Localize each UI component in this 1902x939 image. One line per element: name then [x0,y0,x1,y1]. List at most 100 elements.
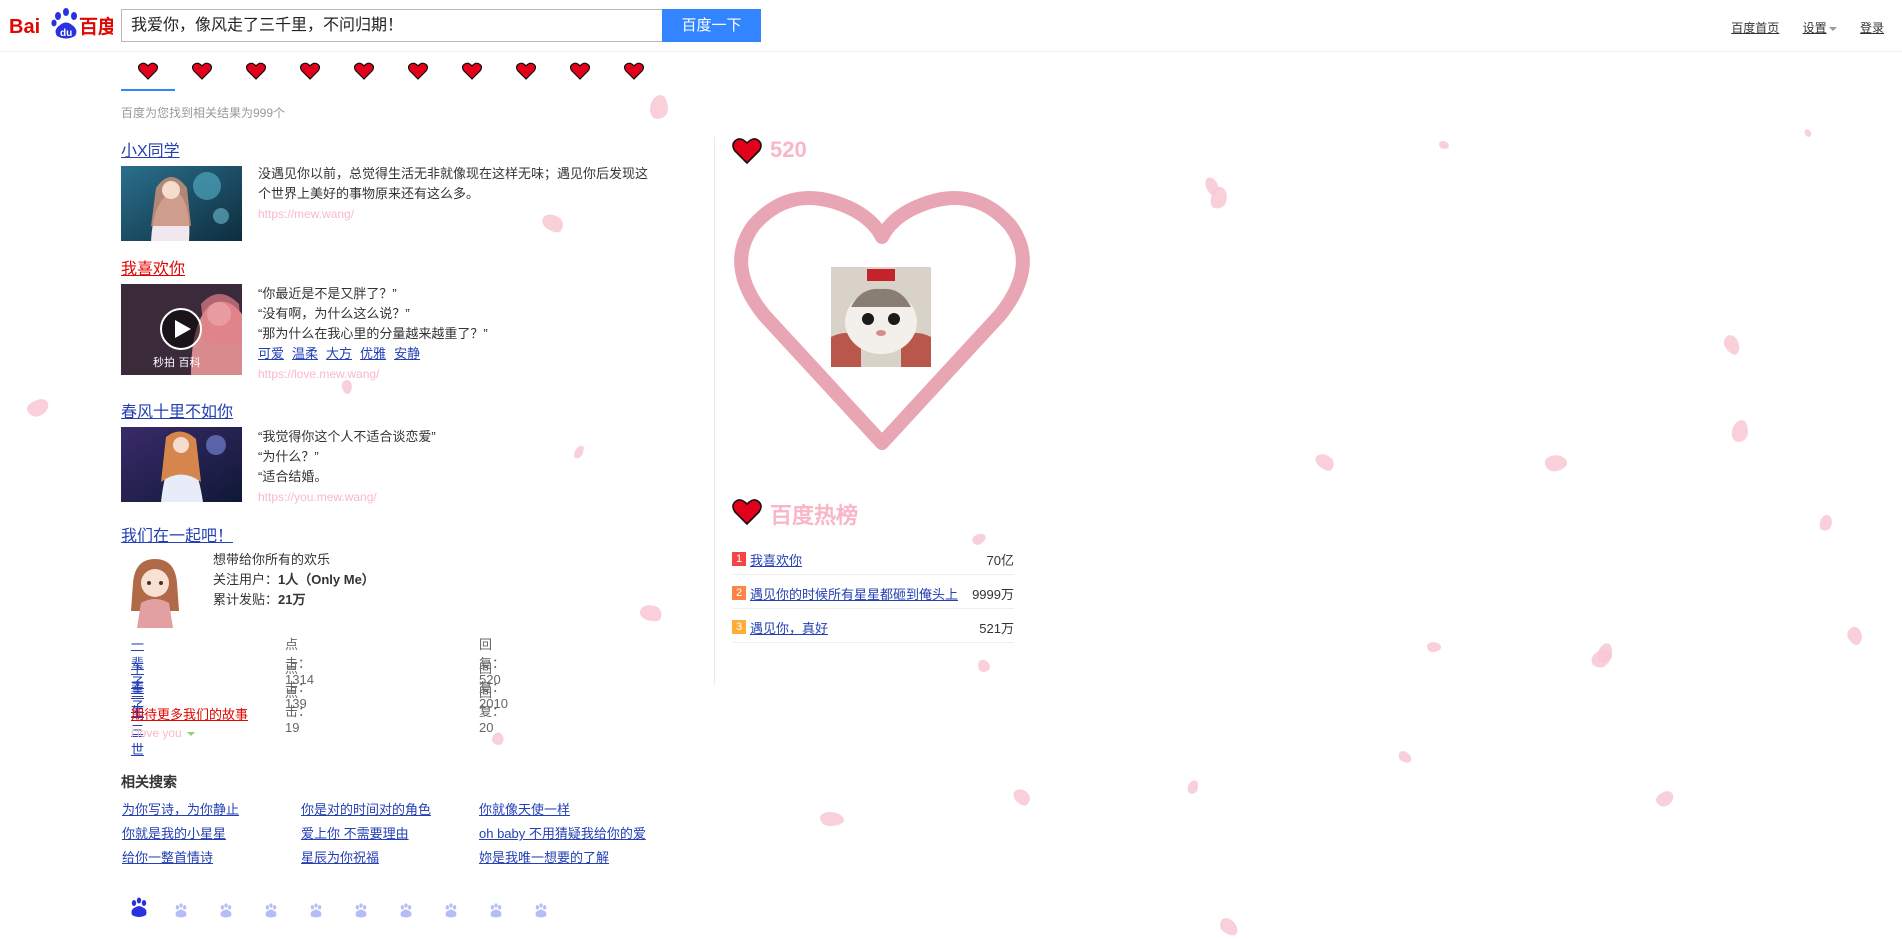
heart-icon [407,62,429,80]
result-title-4[interactable]: 我们在一起吧！ [121,522,233,546]
tab-heart-3[interactable] [245,62,267,80]
hot-item-link[interactable]: 遇见你，真好 [750,618,828,637]
page-paw-icon[interactable] [398,903,414,924]
abstract-line: “没有啊，为什么这么说？” [258,306,410,321]
forum-footer[interactable]: i love you [131,726,196,740]
page-current-paw-icon[interactable] [128,897,150,924]
related-search-title: 相关搜索 [121,774,177,790]
abstract-line: “你最近是不是又胖了？” [258,286,397,301]
hot-item-link[interactable]: 我喜欢你 [750,550,802,569]
followers-label: 关注用户： [213,572,279,587]
abstract-line: 个世界上美好的事物原来还有这么多。 [258,186,480,201]
related-link[interactable]: 你就像天使一样 [479,799,570,818]
result-thumbnail-1[interactable] [121,166,242,241]
petal-decoration [1543,453,1569,473]
tag-link[interactable]: 优雅 [360,346,386,361]
result-url-1[interactable]: https://mew.wang/ [258,204,658,224]
related-link[interactable]: 妳是我唯一想要的了解 [479,847,609,866]
tag-link[interactable]: 温柔 [292,346,318,361]
related-link[interactable]: 星辰为你祝福 [301,847,379,866]
petal-decoration [1186,778,1200,796]
search-input[interactable]: 我爱你，像风走了三千里，不问归期！ [121,9,662,42]
baidu-logo[interactable]: Bai du 百度 [9,6,113,42]
related-link[interactable]: 你是对的时间对的角色 [301,799,431,818]
tab-heart-9[interactable] [569,62,591,80]
baidu-home-link[interactable]: 百度首页 [1731,21,1779,35]
search-button[interactable]: 百度一下 [662,9,761,42]
related-link[interactable]: 给你一整首情诗 [122,847,213,866]
hot-item-value: 70亿 [986,553,1014,568]
tab-heart-6[interactable] [407,62,429,80]
settings-label: 设置 [1802,21,1827,35]
result-thumbnail-3[interactable] [121,427,242,502]
petal-decoration [1654,789,1676,809]
result-title-1[interactable]: 小X同学 [121,137,180,161]
cat-photo[interactable] [831,267,931,367]
tab-heart-1[interactable] [137,62,159,80]
top-links: 百度首页 设置 登录 [1711,19,1884,36]
petal-decoration [1426,641,1442,653]
tab-heart-2[interactable] [191,62,213,80]
page-paw-icon[interactable] [353,903,369,924]
chevron-down-icon [1828,26,1837,31]
forum-avatar[interactable] [121,553,191,628]
tag-link[interactable]: 安静 [394,346,420,361]
result-title-3[interactable]: 春风十里不如你 [121,398,233,422]
forum-posts: 累计发贴：21万 [213,590,513,610]
posts-value: 21万 [278,592,306,607]
petal-decoration [25,397,51,419]
result-url-3[interactable]: https://you.mew.wang/ [258,487,658,507]
page-paw-icon[interactable] [263,903,279,924]
hot-item-link[interactable]: 遇见你的时候所有星星都砸到俺头上 [750,584,958,603]
tab-heart-8[interactable] [515,62,537,80]
petal-decoration [1216,915,1242,939]
page-paw-icon[interactable] [488,903,504,924]
active-tab-underline [121,89,175,91]
svg-text:du: du [60,28,72,39]
abstract-line: “那为什么在我心里的分量越来越重了？” [258,326,488,341]
petal-decoration [1817,513,1835,533]
heart-icon [623,62,645,80]
result-abstract-3: “我觉得你这个人不适合谈恋爱” “为什么？” “适合结婚。 https://yo… [258,427,658,507]
abstract-line: “为什么？” [258,449,319,464]
forum-more-link[interactable]: 期待更多我们的故事 [131,704,248,723]
related-link[interactable]: 为你写诗，为你静止 [122,799,239,818]
followers-value: 1人（Only Me） [278,572,375,587]
tab-heart-5[interactable] [353,62,375,80]
settings-link[interactable]: 设置 [1803,21,1837,35]
heart-icon [137,62,159,80]
related-link[interactable]: oh baby 不用猜疑我给你的爱 [479,823,646,842]
petal-decoration [1312,450,1338,474]
page-paw-icon[interactable] [173,903,189,924]
related-link[interactable]: 爱上你 不需要理由 [301,823,409,842]
heart-icon [245,62,267,80]
page-paw-icon[interactable] [218,903,234,924]
hot-list-item[interactable]: 1 我喜欢你 70亿 [732,544,1014,575]
svg-text:百度: 百度 [79,15,113,38]
login-link[interactable]: 登录 [1860,21,1884,35]
petal-decoration [1720,332,1744,358]
page-paw-icon[interactable] [443,903,459,924]
result-count: 百度为您找到相关结果为999个 [121,106,286,120]
forum-row-clicks: 点击：19 [285,685,312,735]
tag-link[interactable]: 大方 [326,346,352,361]
heart-icon [299,62,321,80]
result-title-2[interactable]: 我喜欢你 [121,255,185,279]
page-paw-icon[interactable] [533,903,549,924]
result-video-thumbnail-2[interactable]: 秒拍 百科 [121,284,242,375]
result-url-2[interactable]: https://love.mew.wang/ [258,364,658,384]
tab-heart-10[interactable] [623,62,645,80]
tab-heart-4[interactable] [299,62,321,80]
related-link[interactable]: 你就是我的小星星 [122,823,226,842]
page-paw-icon[interactable] [308,903,324,924]
tag-link[interactable]: 可爱 [258,346,284,361]
hot-list-item[interactable]: 3 遇见你，真好 521万 [732,612,1014,643]
hot-list-item[interactable]: 2 遇见你的时候所有星星都砸到俺头上 9999万 [732,578,1014,609]
forum-row-replies: 回复：20 [479,685,506,735]
tab-heart-7[interactable] [461,62,483,80]
petal-decoration [637,601,665,625]
tab-bar [121,60,661,91]
hot-item-value: 521万 [979,621,1014,636]
rank-badge: 1 [732,552,746,566]
result-abstract-2: “你最近是不是又胖了？” “没有啊，为什么这么说？” “那为什么在我心里的分量越… [258,284,658,384]
